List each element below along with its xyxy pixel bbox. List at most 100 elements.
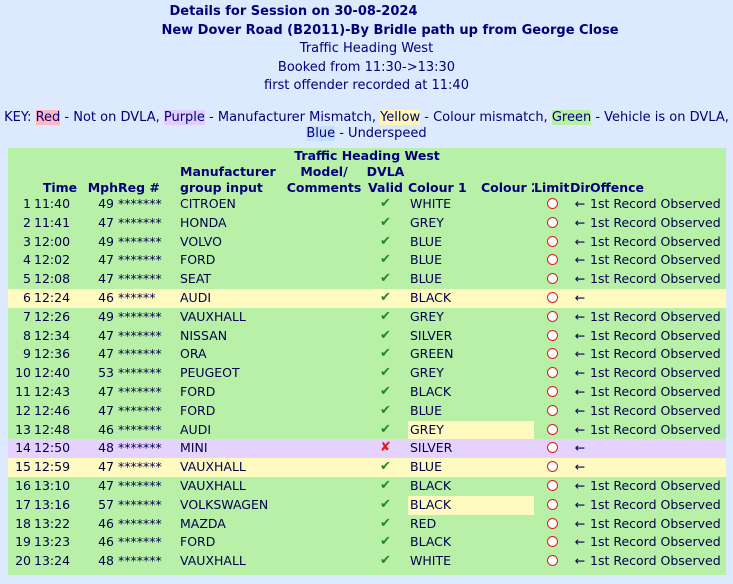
key-blue-desc: - Underspeed: [335, 126, 427, 141]
col-mph: Mph: [87, 179, 118, 195]
first-offender-text: first offender recorded at 11:40: [264, 78, 469, 93]
row-colour1: BLACK: [408, 495, 481, 515]
row-direction: ←: [574, 196, 586, 211]
row-number: 18: [15, 515, 31, 531]
row-number: 20: [15, 553, 31, 569]
row-time: 12:59: [34, 458, 86, 477]
col-time: Time: [42, 179, 78, 195]
row-colour2: [481, 402, 534, 421]
row-colour2: [481, 233, 534, 252]
row-limit: [534, 515, 570, 534]
col-manufacturer: Manufacturer group input: [180, 164, 285, 195]
col-model: Model/Comments: [285, 164, 363, 195]
table-row: 10 12:40 53 ******* PEUGEOT ✔ GREY ← 1st Record …: [8, 364, 726, 383]
check-icon: ✔: [380, 289, 391, 305]
row-time: 12:43: [34, 383, 71, 399]
row-time: 12:00: [34, 233, 71, 249]
row-reg: *******: [118, 421, 162, 437]
row-dvla-valid: ✔: [363, 195, 408, 214]
row-time: 12:02: [34, 252, 71, 268]
row-reg: *******: [118, 477, 162, 493]
row-number: 19: [15, 534, 31, 550]
row-direction: ←: [574, 214, 586, 230]
table-row: 6 12:24 46 ****** AUDI ✔ BLACK ←: [8, 288, 726, 308]
row-model: [285, 214, 363, 233]
row-colour1: BLUE: [410, 233, 442, 249]
row-time: 13:23: [34, 534, 71, 550]
row-reg: *******: [118, 534, 162, 550]
colour-key: KEY: Red - Not on DVLA, Purple - Manufac…: [0, 110, 733, 142]
row-direction: ←: [574, 233, 586, 249]
row-manufacturer: CITROEN: [180, 196, 236, 211]
row-time: 13:16: [34, 496, 71, 512]
check-icon: ✔: [380, 214, 391, 230]
location-title: New Dover Road (B2011)-By Bridle path up…: [161, 22, 619, 38]
row-reg: *******: [118, 233, 162, 249]
row-offence: 1st Record Observed: [590, 252, 721, 268]
row-limit: [534, 195, 570, 214]
row-number: 5: [23, 271, 31, 287]
row-reg: *******: [118, 383, 162, 399]
row-time: 11:40: [34, 196, 71, 211]
table-row: 14 12:50 48 ******* MINI ✘ SILVER ←: [8, 439, 726, 459]
row-limit: [534, 288, 570, 308]
speed-limit-40-icon: [546, 291, 558, 303]
row-colour1: GREY: [410, 214, 444, 230]
session-header: Details for Session on 30-08-2024 New Do…: [0, 0, 733, 96]
row-manufacturer: VAUXHALL: [180, 308, 246, 324]
row-limit: [534, 552, 570, 571]
row-reg: *******: [118, 402, 162, 418]
row-colour1: BLACK: [408, 288, 481, 308]
speed-limit-40-icon: [546, 235, 558, 247]
row-direction: ←: [574, 421, 586, 437]
row-dvla-valid: ✔: [363, 533, 408, 552]
row-direction: ←: [574, 383, 586, 399]
row-dvla-valid: ✔: [363, 233, 408, 252]
table-row: 16 13:10 47 ******* VAUXHALL ✔ BLACK ← 1st Recor…: [8, 477, 726, 496]
row-colour2: [481, 327, 534, 346]
row-time: 12:34: [34, 327, 71, 343]
row-colour1: GREEN: [410, 346, 454, 362]
row-reg: ******: [118, 288, 180, 308]
row-number: 14: [8, 439, 34, 459]
row-time: 12:46: [34, 402, 71, 418]
row-time: 13:24: [34, 553, 71, 569]
cross-icon: ✘: [380, 440, 391, 456]
row-colour1: BLUE: [410, 252, 442, 268]
speed-limit-40-icon: [546, 555, 558, 567]
row-dvla-valid: ✔: [363, 496, 408, 515]
check-icon: ✔: [380, 553, 391, 569]
row-offence: [590, 288, 726, 308]
row-reg: *******: [118, 252, 162, 268]
row-model: [285, 195, 363, 214]
row-colour1: BLACK: [410, 383, 452, 399]
row-colour2: [481, 533, 534, 552]
row-manufacturer: VAUXHALL: [180, 553, 246, 569]
row-manufacturer: VOLKSWAGEN: [180, 496, 269, 512]
row-mph: 47: [98, 252, 114, 268]
row-limit: [534, 327, 570, 346]
row-colour2: [481, 552, 534, 571]
row-dvla-valid: ✘: [363, 439, 408, 459]
row-limit: [534, 270, 570, 289]
row-reg: *******: [118, 196, 162, 211]
row-time: 12:08: [34, 271, 71, 287]
row-number: 15: [8, 458, 34, 477]
table-row: 8 12:34 47 ******* NISSAN ✔ SILVER ← 1st Record …: [8, 327, 726, 346]
col-dvla-line1: DVLA: [366, 164, 405, 179]
key-purple: Purple: [163, 110, 205, 125]
row-mph: 57: [98, 496, 114, 512]
speed-limit-40-icon: [546, 536, 558, 548]
key-green-desc: - Vehicle is on DVLA,: [591, 110, 729, 125]
row-manufacturer: FORD: [180, 534, 216, 550]
row-dvla-valid: ✔: [363, 477, 408, 496]
row-number: 1: [23, 196, 31, 211]
check-icon: ✔: [380, 196, 391, 211]
row-number: 3: [23, 233, 31, 249]
row-direction: ←: [570, 458, 590, 477]
row-mph: 48: [98, 553, 114, 569]
row-model: [285, 288, 363, 308]
row-direction: ←: [574, 496, 586, 512]
records-table: Traffic Heading West Time Mph Reg # Manu…: [8, 148, 726, 571]
row-manufacturer: VOLVO: [180, 233, 222, 249]
